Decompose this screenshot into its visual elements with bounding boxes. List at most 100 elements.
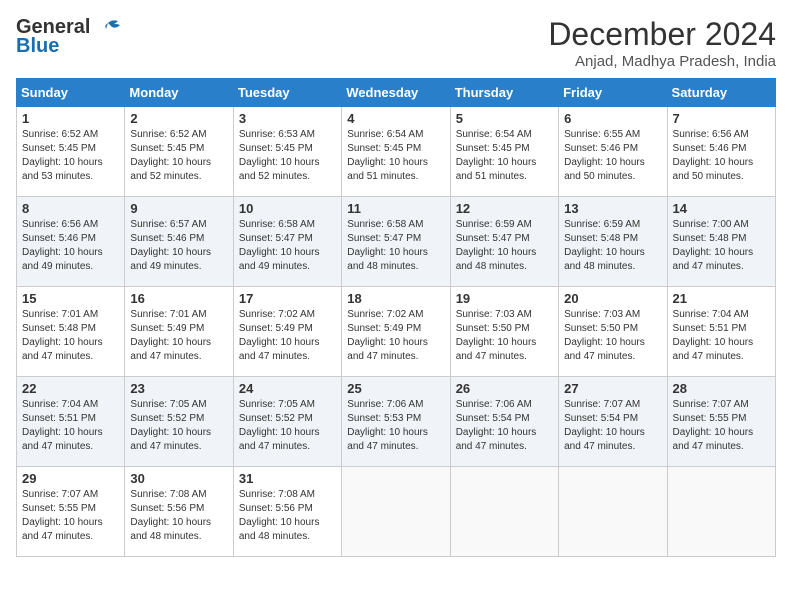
calendar-cell: 25 Sunrise: 7:06 AM Sunset: 5:53 PM Dayl… [342,377,450,467]
day-number: 29 [22,471,119,486]
calendar-cell: 22 Sunrise: 7:04 AM Sunset: 5:51 PM Dayl… [17,377,125,467]
calendar-cell: 23 Sunrise: 7:05 AM Sunset: 5:52 PM Dayl… [125,377,233,467]
calendar-cell: 19 Sunrise: 7:03 AM Sunset: 5:50 PM Dayl… [450,287,558,377]
day-number: 21 [673,291,770,306]
calendar-cell: 13 Sunrise: 6:59 AM Sunset: 5:48 PM Dayl… [559,197,667,287]
calendar-cell: 9 Sunrise: 6:57 AM Sunset: 5:46 PM Dayli… [125,197,233,287]
calendar-table: SundayMondayTuesdayWednesdayThursdayFrid… [16,78,776,557]
day-number: 6 [564,111,661,126]
day-number: 15 [22,291,119,306]
weekday-header-row: SundayMondayTuesdayWednesdayThursdayFrid… [17,79,776,107]
day-number: 27 [564,381,661,396]
day-number: 30 [130,471,227,486]
day-number: 17 [239,291,336,306]
month-title: December 2024 [548,16,776,53]
day-info: Sunrise: 6:59 AM Sunset: 5:48 PM Dayligh… [564,218,661,274]
day-info: Sunrise: 6:55 AM Sunset: 5:46 PM Dayligh… [564,128,661,184]
calendar-cell: 27 Sunrise: 7:07 AM Sunset: 5:54 PM Dayl… [559,377,667,467]
title-block: December 2024 Anjad, Madhya Pradesh, Ind… [548,16,776,70]
logo-text-blue: Blue [16,35,59,58]
day-info: Sunrise: 7:07 AM Sunset: 5:54 PM Dayligh… [564,398,661,454]
day-number: 12 [456,201,553,216]
calendar-cell: 8 Sunrise: 6:56 AM Sunset: 5:46 PM Dayli… [17,197,125,287]
day-info: Sunrise: 7:01 AM Sunset: 5:48 PM Dayligh… [22,308,119,364]
day-number: 28 [673,381,770,396]
day-number: 8 [22,201,119,216]
day-number: 22 [22,381,119,396]
day-number: 7 [673,111,770,126]
day-info: Sunrise: 6:56 AM Sunset: 5:46 PM Dayligh… [673,128,770,184]
calendar-cell: 18 Sunrise: 7:02 AM Sunset: 5:49 PM Dayl… [342,287,450,377]
calendar-cell: 2 Sunrise: 6:52 AM Sunset: 5:45 PM Dayli… [125,107,233,197]
day-number: 24 [239,381,336,396]
week-row-1: 1 Sunrise: 6:52 AM Sunset: 5:45 PM Dayli… [17,107,776,197]
day-info: Sunrise: 6:57 AM Sunset: 5:46 PM Dayligh… [130,218,227,274]
day-info: Sunrise: 7:04 AM Sunset: 5:51 PM Dayligh… [22,398,119,454]
day-number: 13 [564,201,661,216]
calendar-cell: 26 Sunrise: 7:06 AM Sunset: 5:54 PM Dayl… [450,377,558,467]
calendar-cell: 3 Sunrise: 6:53 AM Sunset: 5:45 PM Dayli… [233,107,341,197]
day-info: Sunrise: 6:52 AM Sunset: 5:45 PM Dayligh… [22,128,119,184]
calendar-cell: 11 Sunrise: 6:58 AM Sunset: 5:47 PM Dayl… [342,197,450,287]
weekday-header-friday: Friday [559,79,667,107]
day-info: Sunrise: 7:03 AM Sunset: 5:50 PM Dayligh… [456,308,553,364]
calendar-cell [667,467,775,557]
week-row-4: 22 Sunrise: 7:04 AM Sunset: 5:51 PM Dayl… [17,377,776,467]
day-number: 16 [130,291,227,306]
calendar-cell: 4 Sunrise: 6:54 AM Sunset: 5:45 PM Dayli… [342,107,450,197]
weekday-header-saturday: Saturday [667,79,775,107]
day-number: 3 [239,111,336,126]
calendar-cell: 28 Sunrise: 7:07 AM Sunset: 5:55 PM Dayl… [667,377,775,467]
day-info: Sunrise: 7:01 AM Sunset: 5:49 PM Dayligh… [130,308,227,364]
week-row-5: 29 Sunrise: 7:07 AM Sunset: 5:55 PM Dayl… [17,467,776,557]
calendar-cell: 7 Sunrise: 6:56 AM Sunset: 5:46 PM Dayli… [667,107,775,197]
calendar-cell: 10 Sunrise: 6:58 AM Sunset: 5:47 PM Dayl… [233,197,341,287]
weekday-header-tuesday: Tuesday [233,79,341,107]
calendar-cell [450,467,558,557]
page-header: General Blue December 2024 Anjad, Madhya… [16,16,776,70]
calendar-cell: 12 Sunrise: 6:59 AM Sunset: 5:47 PM Dayl… [450,197,558,287]
day-number: 4 [347,111,444,126]
calendar-cell: 14 Sunrise: 7:00 AM Sunset: 5:48 PM Dayl… [667,197,775,287]
day-number: 2 [130,111,227,126]
logo: General Blue [16,16,122,58]
calendar-cell: 15 Sunrise: 7:01 AM Sunset: 5:48 PM Dayl… [17,287,125,377]
day-number: 9 [130,201,227,216]
day-info: Sunrise: 6:53 AM Sunset: 5:45 PM Dayligh… [239,128,336,184]
day-number: 19 [456,291,553,306]
day-number: 10 [239,201,336,216]
calendar-cell: 16 Sunrise: 7:01 AM Sunset: 5:49 PM Dayl… [125,287,233,377]
day-info: Sunrise: 6:54 AM Sunset: 5:45 PM Dayligh… [456,128,553,184]
day-info: Sunrise: 7:02 AM Sunset: 5:49 PM Dayligh… [347,308,444,364]
calendar-cell [559,467,667,557]
day-info: Sunrise: 6:59 AM Sunset: 5:47 PM Dayligh… [456,218,553,274]
day-info: Sunrise: 6:54 AM Sunset: 5:45 PM Dayligh… [347,128,444,184]
day-info: Sunrise: 7:07 AM Sunset: 5:55 PM Dayligh… [22,488,119,544]
day-info: Sunrise: 6:58 AM Sunset: 5:47 PM Dayligh… [347,218,444,274]
day-number: 1 [22,111,119,126]
day-info: Sunrise: 6:56 AM Sunset: 5:46 PM Dayligh… [22,218,119,274]
calendar-cell: 31 Sunrise: 7:08 AM Sunset: 5:56 PM Dayl… [233,467,341,557]
weekday-header-thursday: Thursday [450,79,558,107]
day-info: Sunrise: 7:05 AM Sunset: 5:52 PM Dayligh… [130,398,227,454]
day-info: Sunrise: 7:04 AM Sunset: 5:51 PM Dayligh… [673,308,770,364]
day-number: 18 [347,291,444,306]
location-title: Anjad, Madhya Pradesh, India [548,53,776,70]
calendar-cell: 5 Sunrise: 6:54 AM Sunset: 5:45 PM Dayli… [450,107,558,197]
day-info: Sunrise: 7:03 AM Sunset: 5:50 PM Dayligh… [564,308,661,364]
day-info: Sunrise: 7:07 AM Sunset: 5:55 PM Dayligh… [673,398,770,454]
calendar-cell: 29 Sunrise: 7:07 AM Sunset: 5:55 PM Dayl… [17,467,125,557]
week-row-3: 15 Sunrise: 7:01 AM Sunset: 5:48 PM Dayl… [17,287,776,377]
calendar-cell: 24 Sunrise: 7:05 AM Sunset: 5:52 PM Dayl… [233,377,341,467]
week-row-2: 8 Sunrise: 6:56 AM Sunset: 5:46 PM Dayli… [17,197,776,287]
day-info: Sunrise: 7:05 AM Sunset: 5:52 PM Dayligh… [239,398,336,454]
calendar-cell: 6 Sunrise: 6:55 AM Sunset: 5:46 PM Dayli… [559,107,667,197]
day-info: Sunrise: 6:52 AM Sunset: 5:45 PM Dayligh… [130,128,227,184]
day-info: Sunrise: 7:06 AM Sunset: 5:54 PM Dayligh… [456,398,553,454]
calendar-cell: 20 Sunrise: 7:03 AM Sunset: 5:50 PM Dayl… [559,287,667,377]
calendar-cell: 30 Sunrise: 7:08 AM Sunset: 5:56 PM Dayl… [125,467,233,557]
weekday-header-sunday: Sunday [17,79,125,107]
day-info: Sunrise: 7:02 AM Sunset: 5:49 PM Dayligh… [239,308,336,364]
weekday-header-monday: Monday [125,79,233,107]
day-number: 5 [456,111,553,126]
